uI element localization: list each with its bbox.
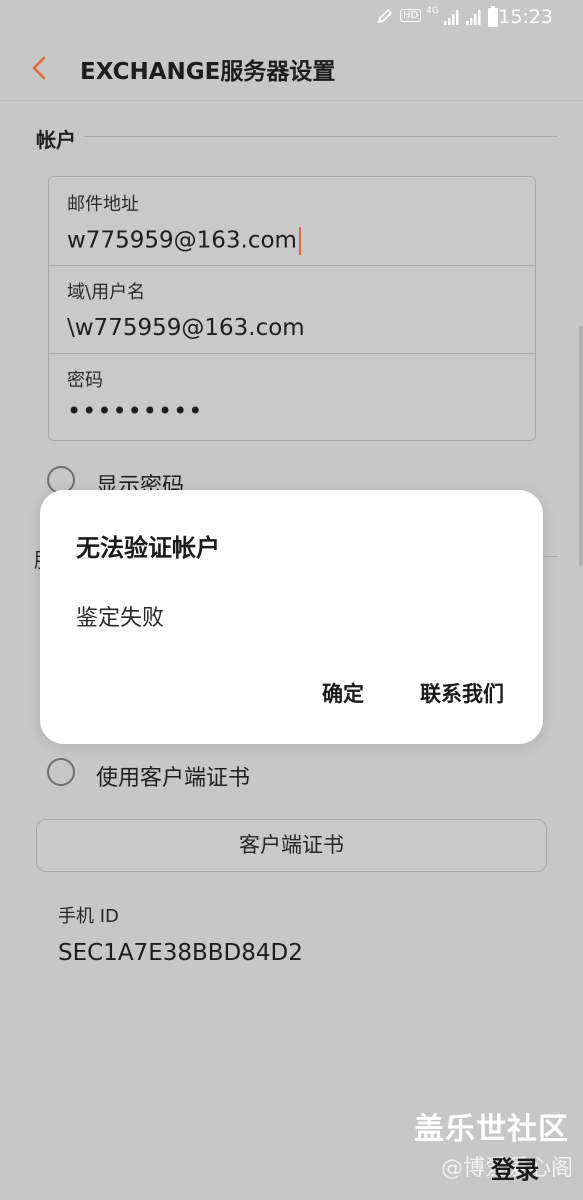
username-field-label: 域\用户名 bbox=[67, 282, 146, 303]
chevron-left-icon[interactable] bbox=[26, 52, 56, 84]
pen-icon bbox=[377, 8, 393, 24]
header-divider bbox=[0, 100, 583, 101]
section-divider bbox=[84, 136, 558, 137]
client-cert-button[interactable]: 客户端证书 bbox=[36, 819, 547, 872]
4g-icon: 4G bbox=[426, 6, 439, 16]
hd-icon: HD bbox=[400, 9, 422, 22]
signal-icon bbox=[444, 10, 459, 25]
password-field-label: 密码 bbox=[67, 370, 103, 391]
phone-id-label: 手机 ID bbox=[58, 906, 119, 927]
contact-us-button[interactable]: 联系我们 bbox=[420, 678, 504, 708]
scrollbar[interactable] bbox=[579, 326, 583, 566]
account-form-card: 邮件地址 w775959@163.com 域\用户名 \w775959@163.… bbox=[48, 176, 536, 441]
page-title: EXCHANGE服务器设置 bbox=[80, 59, 336, 85]
text-cursor bbox=[298, 227, 301, 255]
signal-icon bbox=[466, 10, 481, 25]
status-time: 15:23 bbox=[498, 6, 553, 28]
email-field[interactable]: 邮件地址 w775959@163.com bbox=[49, 177, 535, 266]
battery-icon bbox=[488, 6, 498, 27]
username-field-value[interactable]: \w775959@163.com bbox=[67, 315, 305, 341]
password-field-value[interactable]: ••••••••• bbox=[67, 397, 203, 425]
dialog-title: 无法验证帐户 bbox=[76, 534, 220, 562]
status-bar: HD 4G 15:23 bbox=[0, 0, 583, 36]
username-field[interactable]: 域\用户名 \w775959@163.com bbox=[49, 265, 535, 354]
client-cert-checkbox[interactable] bbox=[47, 758, 75, 786]
password-field[interactable]: 密码 ••••••••• bbox=[49, 353, 535, 440]
phone-id-value: SEC1A7E38BBD84D2 bbox=[58, 940, 303, 966]
email-field-value[interactable]: w775959@163.com bbox=[67, 227, 301, 255]
client-cert-checkbox-label: 使用客户端证书 bbox=[96, 766, 251, 791]
login-button[interactable]: 登录 bbox=[491, 1150, 539, 1185]
dialog-message: 鉴定失败 bbox=[76, 606, 165, 631]
error-dialog: 无法验证帐户 鉴定失败 确定 联系我们 bbox=[40, 490, 543, 744]
confirm-button[interactable]: 确定 bbox=[322, 678, 364, 708]
section-title-account: 帐户 bbox=[36, 128, 76, 152]
email-field-label: 邮件地址 bbox=[67, 194, 139, 215]
watermark-text: 盖乐世社区 bbox=[414, 1112, 569, 1147]
